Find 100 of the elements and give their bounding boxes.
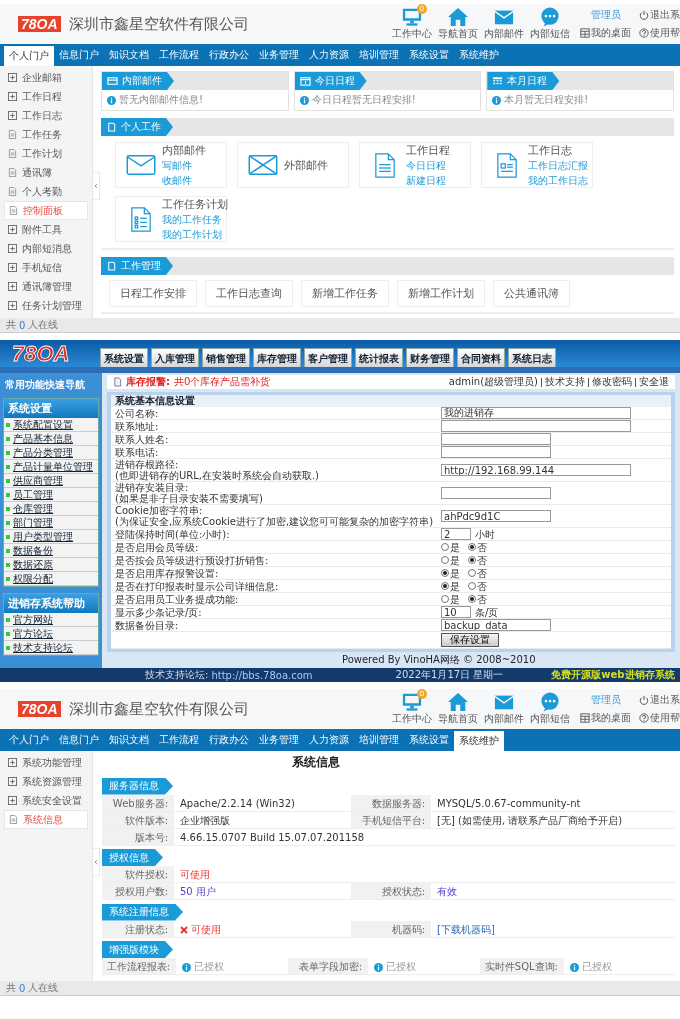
radio-button[interactable] <box>468 595 476 603</box>
menu-link[interactable]: 部门管理 <box>4 516 98 530</box>
header-shortcut[interactable]: 内部短信 <box>530 692 570 726</box>
menu-link[interactable]: 仓库管理 <box>4 502 98 516</box>
radio-option[interactable]: 是 <box>441 567 460 579</box>
menu-tab[interactable]: 系统日志 <box>508 348 556 367</box>
input-field[interactable] <box>441 420 631 432</box>
collapse-handle[interactable] <box>92 847 100 876</box>
sidebar-item[interactable]: 工作日程 <box>0 87 92 106</box>
header-link[interactable]: 退出系 <box>639 693 680 707</box>
online-count[interactable]: 0 <box>19 982 26 994</box>
sidebar-item[interactable]: 系统功能管理 <box>0 753 92 772</box>
quick-button[interactable]: 公共通讯簿 <box>493 280 570 307</box>
sidebar-item[interactable]: 手机短信 <box>0 258 92 277</box>
menu-link[interactable]: 产品计量单位管理 <box>4 460 98 474</box>
user-link[interactable]: 修改密码 <box>592 375 632 389</box>
sidebar-item[interactable]: 内部短消息 <box>0 239 92 258</box>
menu-link[interactable]: 产品分类管理 <box>4 446 98 460</box>
sidebar-item[interactable]: 通讯簿 <box>0 163 92 182</box>
user-link[interactable]: 技术支持 <box>545 375 585 389</box>
quick-button[interactable]: 新增工作任务 <box>301 280 389 307</box>
radio-button[interactable] <box>441 582 449 590</box>
user-link[interactable]: 安全退 <box>639 375 669 389</box>
input-field[interactable]: backup_data <box>441 619 551 631</box>
sidebar-item[interactable]: 控制面板 <box>4 201 88 220</box>
sidebar-item[interactable]: 通讯簿管理 <box>0 277 92 296</box>
sidebar-item[interactable]: 工作日志 <box>0 106 92 125</box>
radio-option[interactable]: 是 <box>441 541 460 553</box>
sidebar-item[interactable]: 工作计划 <box>0 144 92 163</box>
header-shortcut[interactable]: 导航首页 <box>438 692 478 726</box>
radio-option[interactable]: 否 <box>468 580 487 592</box>
radio-option[interactable]: 否 <box>468 554 487 566</box>
online-count[interactable]: 0 <box>19 319 26 331</box>
menu-link[interactable]: 官方网站 <box>4 613 98 627</box>
nav-tab[interactable]: 业务管理 <box>254 729 304 751</box>
user-link[interactable]: admin(超级管理员) <box>448 375 538 389</box>
radio-button[interactable] <box>468 543 476 551</box>
radio-option[interactable]: 否 <box>468 567 487 579</box>
radio-option[interactable]: 是 <box>441 554 460 566</box>
input-field[interactable] <box>441 446 551 458</box>
menu-link[interactable]: 员工管理 <box>4 488 98 502</box>
sidebar-item[interactable]: 工作任务 <box>0 125 92 144</box>
nav-tab[interactable]: 个人门户 <box>4 729 54 751</box>
radio-button[interactable] <box>441 556 449 564</box>
nav-tab[interactable]: 系统设置 <box>404 729 454 751</box>
menu-link[interactable]: 数据备份 <box>4 544 98 558</box>
menu-tab[interactable]: 统计报表 <box>355 348 403 367</box>
nav-tab[interactable]: 培训管理 <box>354 729 404 751</box>
radio-button[interactable] <box>441 595 449 603</box>
download-link[interactable]: [下载机器码] <box>437 922 495 937</box>
radio-button[interactable] <box>441 569 449 577</box>
input-field[interactable]: 10 <box>441 606 471 618</box>
nav-tab[interactable]: 人力资源 <box>304 44 354 66</box>
input-field[interactable] <box>441 487 551 499</box>
menu-link[interactable]: 用户类型管理 <box>4 530 98 544</box>
nav-tab[interactable]: 知识文档 <box>104 729 154 751</box>
collapse-handle[interactable] <box>92 171 100 200</box>
nav-tab[interactable]: 业务管理 <box>254 44 304 66</box>
menu-link[interactable]: 官方论坛 <box>4 627 98 641</box>
nav-tab[interactable]: 系统设置 <box>404 44 454 66</box>
input-field[interactable] <box>441 433 551 445</box>
nav-tab[interactable]: 个人门户 <box>4 46 54 66</box>
nav-tab[interactable]: 知识文档 <box>104 44 154 66</box>
forum-link[interactable]: http://bbs.78oa.com <box>211 669 313 681</box>
nav-tab[interactable]: 信息门户 <box>54 729 104 751</box>
quick-button[interactable]: 日程工作安排 <box>109 280 197 307</box>
header-shortcut[interactable]: 导航首页 <box>438 7 478 41</box>
menu-link[interactable]: 数据还原 <box>4 558 98 572</box>
nav-tab[interactable]: 系统维护 <box>454 44 504 66</box>
nav-tab[interactable]: 人力资源 <box>304 729 354 751</box>
radio-option[interactable]: 是 <box>441 580 460 592</box>
radio-option[interactable]: 否 <box>468 593 487 605</box>
menu-tab[interactable]: 财务管理 <box>406 348 454 367</box>
nav-tab[interactable]: 工作流程 <box>154 44 204 66</box>
menu-link[interactable]: 供应商管理 <box>4 474 98 488</box>
radio-button[interactable] <box>468 582 476 590</box>
header-link[interactable]: 使用帮 <box>639 26 680 40</box>
radio-option[interactable]: 否 <box>468 541 487 553</box>
input-field[interactable]: 2 <box>441 528 471 540</box>
radio-button[interactable] <box>441 543 449 551</box>
radio-button[interactable] <box>468 569 476 577</box>
input-field[interactable]: 我的进销存 <box>441 407 631 419</box>
nav-tab[interactable]: 行政办公 <box>204 44 254 66</box>
sidebar-item[interactable]: 任务计划管理 <box>0 296 92 315</box>
input-field[interactable]: http://192.168.99.144 <box>441 464 631 476</box>
menu-tab[interactable]: 入库管理 <box>151 348 199 367</box>
radio-option[interactable]: 是 <box>441 593 460 605</box>
menu-link[interactable]: 产品基本信息 <box>4 432 98 446</box>
nav-tab[interactable]: 信息门户 <box>54 44 104 66</box>
header-shortcut[interactable]: 内部邮件 <box>484 692 524 726</box>
header-link[interactable]: 我的桌面 <box>580 711 631 725</box>
menu-link[interactable]: 权限分配 <box>4 572 98 586</box>
menu-tab[interactable]: 客户管理 <box>304 348 352 367</box>
header-shortcut[interactable]: 内部短信 <box>530 7 570 41</box>
sidebar-item[interactable]: 个人考勤 <box>0 182 92 201</box>
menu-link[interactable]: 技术支持论坛 <box>4 641 98 655</box>
menu-tab[interactable]: 合同资料 <box>457 348 505 367</box>
header-link[interactable]: 退出系 <box>639 8 680 22</box>
quick-button[interactable]: 新增工作计划 <box>397 280 485 307</box>
menu-link[interactable]: 系统配置设置 <box>4 418 98 432</box>
